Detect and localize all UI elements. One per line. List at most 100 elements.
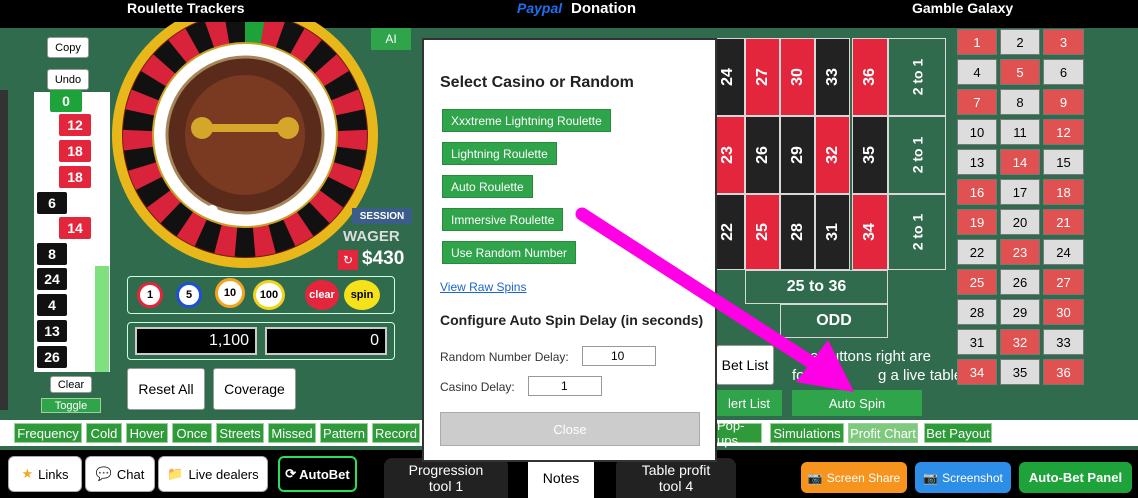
grid-number[interactable]: 13	[957, 149, 997, 175]
table-number-cell[interactable]: 35	[852, 116, 888, 194]
grid-number[interactable]: 31	[957, 329, 997, 355]
grid-number[interactable]: 18	[1043, 179, 1084, 205]
donation-label[interactable]: Donation	[571, 0, 636, 17]
auto-bet-panel-button[interactable]: Auto-Bet Panel	[1019, 462, 1132, 493]
refresh-wager-icon[interactable]: ↻	[338, 250, 358, 270]
undo-button[interactable]: Undo	[47, 69, 89, 90]
screen-share-label: Screen Share	[826, 470, 901, 485]
grid-number[interactable]: 14	[1000, 149, 1040, 175]
grid-number[interactable]: 21	[1043, 209, 1084, 235]
copy-button[interactable]: Copy	[47, 37, 89, 58]
grid-number[interactable]: 27	[1043, 269, 1084, 295]
tab-simulations[interactable]: Simulations	[770, 423, 844, 443]
table-number-cell[interactable]: 32	[815, 116, 850, 194]
grid-number[interactable]: 26	[1000, 269, 1040, 295]
grid-number[interactable]: 8	[1000, 89, 1040, 115]
grid-number[interactable]: 9	[1043, 89, 1084, 115]
random-delay-label: Random Number Delay:	[440, 350, 569, 364]
grid-number[interactable]: 3	[1043, 29, 1084, 55]
grid-number[interactable]: 25	[957, 269, 997, 295]
tab-cold[interactable]: Cold	[86, 423, 122, 443]
tab-streets[interactable]: Streets	[216, 423, 264, 443]
grid-number[interactable]: 1	[957, 29, 997, 55]
tab-bet-payout[interactable]: Bet Payout	[924, 423, 992, 443]
chat-button[interactable]: 💬 Chat	[85, 456, 155, 492]
chip-100[interactable]: 100	[253, 280, 285, 310]
view-raw-spins-link[interactable]: View Raw Spins	[440, 280, 526, 294]
grid-number[interactable]: 11	[1000, 119, 1040, 145]
tab-missed[interactable]: Missed	[268, 423, 316, 443]
grid-number[interactable]: 2	[1000, 29, 1040, 55]
screenshot-button[interactable]: 📷 Screenshot	[915, 462, 1011, 493]
grid-number[interactable]: 34	[957, 359, 997, 385]
grid-number[interactable]: 22	[957, 239, 997, 265]
grid-number[interactable]: 20	[1000, 209, 1040, 235]
grid-number[interactable]: 12	[1043, 119, 1084, 145]
table-number: 27	[753, 68, 771, 86]
grid-number[interactable]: 32	[1000, 329, 1040, 355]
table-number-cell[interactable]: 30	[780, 38, 815, 116]
grid-number[interactable]: 30	[1043, 299, 1084, 325]
clear-chips-button[interactable]: clear	[305, 280, 339, 310]
paypal-label[interactable]: Paypal	[517, 0, 562, 16]
tab-pop-ups[interactable]: Pop-ups	[716, 418, 762, 448]
modal-title: Select Casino or Random	[440, 74, 634, 91]
tab-profit-chart[interactable]: Profit Chart	[848, 423, 918, 443]
grid-number[interactable]: 28	[957, 299, 997, 325]
table-number-cell[interactable]: 26	[745, 116, 780, 194]
tab-hover[interactable]: Hover	[126, 423, 168, 443]
table-number-cell[interactable]: 29	[780, 116, 815, 194]
chip-1[interactable]: 1	[137, 282, 163, 308]
grid-number[interactable]: 35	[1000, 359, 1040, 385]
grid-number[interactable]: 7	[957, 89, 997, 115]
grid-number[interactable]: 6	[1043, 59, 1084, 85]
ai-button[interactable]: AI	[371, 28, 411, 50]
notes-tab[interactable]: Notes	[528, 458, 594, 498]
screen-share-button[interactable]: 📷 Screen Share	[801, 462, 907, 493]
grid-number[interactable]: 10	[957, 119, 997, 145]
chip-10[interactable]: 10	[215, 278, 245, 308]
grid-number[interactable]: 24	[1043, 239, 1084, 265]
coverage-button[interactable]: Coverage	[213, 368, 296, 410]
grid-number[interactable]: 5	[1000, 59, 1040, 85]
progression-tab[interactable]: Progression tool 1	[384, 458, 508, 498]
reset-all-button[interactable]: Reset All	[127, 368, 205, 410]
table-number-cell[interactable]: 27	[745, 38, 780, 116]
grid-number[interactable]: 17	[1000, 179, 1040, 205]
tab-once[interactable]: Once	[172, 423, 212, 443]
grid-number[interactable]: 19	[957, 209, 997, 235]
grid-number[interactable]: 16	[957, 179, 997, 205]
grid-number[interactable]: 29	[1000, 299, 1040, 325]
tab-pattern[interactable]: Pattern	[320, 423, 368, 443]
spin-button[interactable]: spin	[344, 280, 380, 310]
column-bet-mid[interactable]: 2 to 1	[888, 116, 946, 194]
table-number: 23	[718, 146, 736, 164]
clear-history-button[interactable]: Clear	[50, 376, 92, 393]
autobet-button[interactable]: ⟳ AutoBet	[278, 456, 357, 492]
casino-option-immersive-roulette[interactable]: Immersive Roulette	[442, 208, 564, 231]
table-number-cell[interactable]: 33	[815, 38, 850, 116]
table-profit-tab[interactable]: Table profit tool 4	[616, 458, 736, 498]
tab-record[interactable]: Record	[372, 423, 420, 443]
tab-frequency[interactable]: Frequency	[14, 423, 82, 443]
casino-option-xxxtreme-lightning-roulette[interactable]: Xxxtreme Lightning Roulette	[442, 109, 611, 132]
grid-number[interactable]: 4	[957, 59, 997, 85]
close-button[interactable]: Close	[440, 412, 700, 446]
screenshot-label: Screenshot	[942, 470, 1003, 485]
links-button[interactable]: ★ Links	[8, 456, 82, 492]
grid-number[interactable]: 15	[1043, 149, 1084, 175]
grid-number[interactable]: 23	[1000, 239, 1040, 265]
chat-label: Chat	[116, 466, 145, 482]
grid-number[interactable]: 33	[1043, 329, 1084, 355]
casino-option-use-random-number[interactable]: Use Random Number	[442, 241, 577, 264]
column-bet-top[interactable]: 2 to 1	[888, 38, 946, 116]
casino-option-auto-roulette[interactable]: Auto Roulette	[442, 175, 533, 198]
grid-number[interactable]: 36	[1043, 359, 1084, 385]
live-dealers-button[interactable]: 📁 Live dealers	[158, 456, 268, 492]
casino-option-lightning-roulette[interactable]: Lightning Roulette	[442, 142, 557, 165]
table-number-cell[interactable]: 36	[852, 38, 888, 116]
toggle-button[interactable]: Toggle	[41, 398, 101, 413]
history-number: 18	[59, 140, 91, 162]
chip-5[interactable]: 5	[176, 282, 202, 308]
column-bet-bot[interactable]: 2 to 1	[888, 194, 946, 270]
